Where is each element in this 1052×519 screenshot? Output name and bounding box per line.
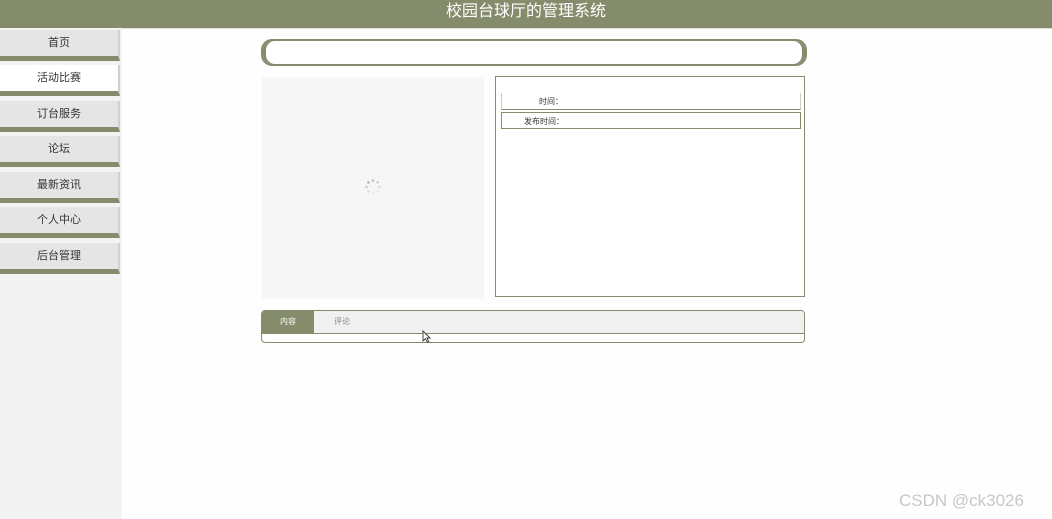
publish-time-row: 发布时间： [501, 112, 801, 129]
watermark: CSDN @ck3026 [899, 491, 1024, 510]
tab-strip: 内容 评论 [262, 311, 804, 334]
app-title: 校园台球厅的管理系统 [445, 1, 606, 20]
content-tabs: 内容 评论 [261, 310, 805, 343]
tab-comments[interactable]: 评论 [322, 311, 362, 333]
time-label: 时间： [539, 97, 563, 106]
sidebar-item-profile[interactable]: 个人中心 [0, 207, 120, 238]
sidebar-item-home[interactable]: 首页 [0, 30, 120, 61]
breadcrumb-bar [261, 39, 807, 66]
image-panel [262, 77, 484, 299]
sidebar-item-activities[interactable]: 活动比赛 [0, 65, 120, 96]
app-header: 校园台球厅的管理系统 [0, 0, 1052, 29]
detail-panel: 时间： 发布时间： [495, 76, 805, 297]
sidebar: 首页 活动比赛 订台服务 论坛 最新资讯 个人中心 后台管理 [0, 28, 122, 519]
tab-content[interactable]: 内容 [262, 311, 314, 333]
sidebar-item-admin[interactable]: 后台管理 [0, 243, 120, 274]
loading-spinner-icon [365, 179, 381, 195]
sidebar-item-forum[interactable]: 论坛 [0, 136, 120, 167]
time-row: 时间： [501, 93, 801, 110]
sidebar-item-news[interactable]: 最新资讯 [0, 172, 120, 203]
publish-time-label: 发布时间： [524, 117, 564, 126]
sidebar-item-table-booking[interactable]: 订台服务 [0, 101, 120, 132]
mouse-cursor-icon [422, 330, 431, 343]
